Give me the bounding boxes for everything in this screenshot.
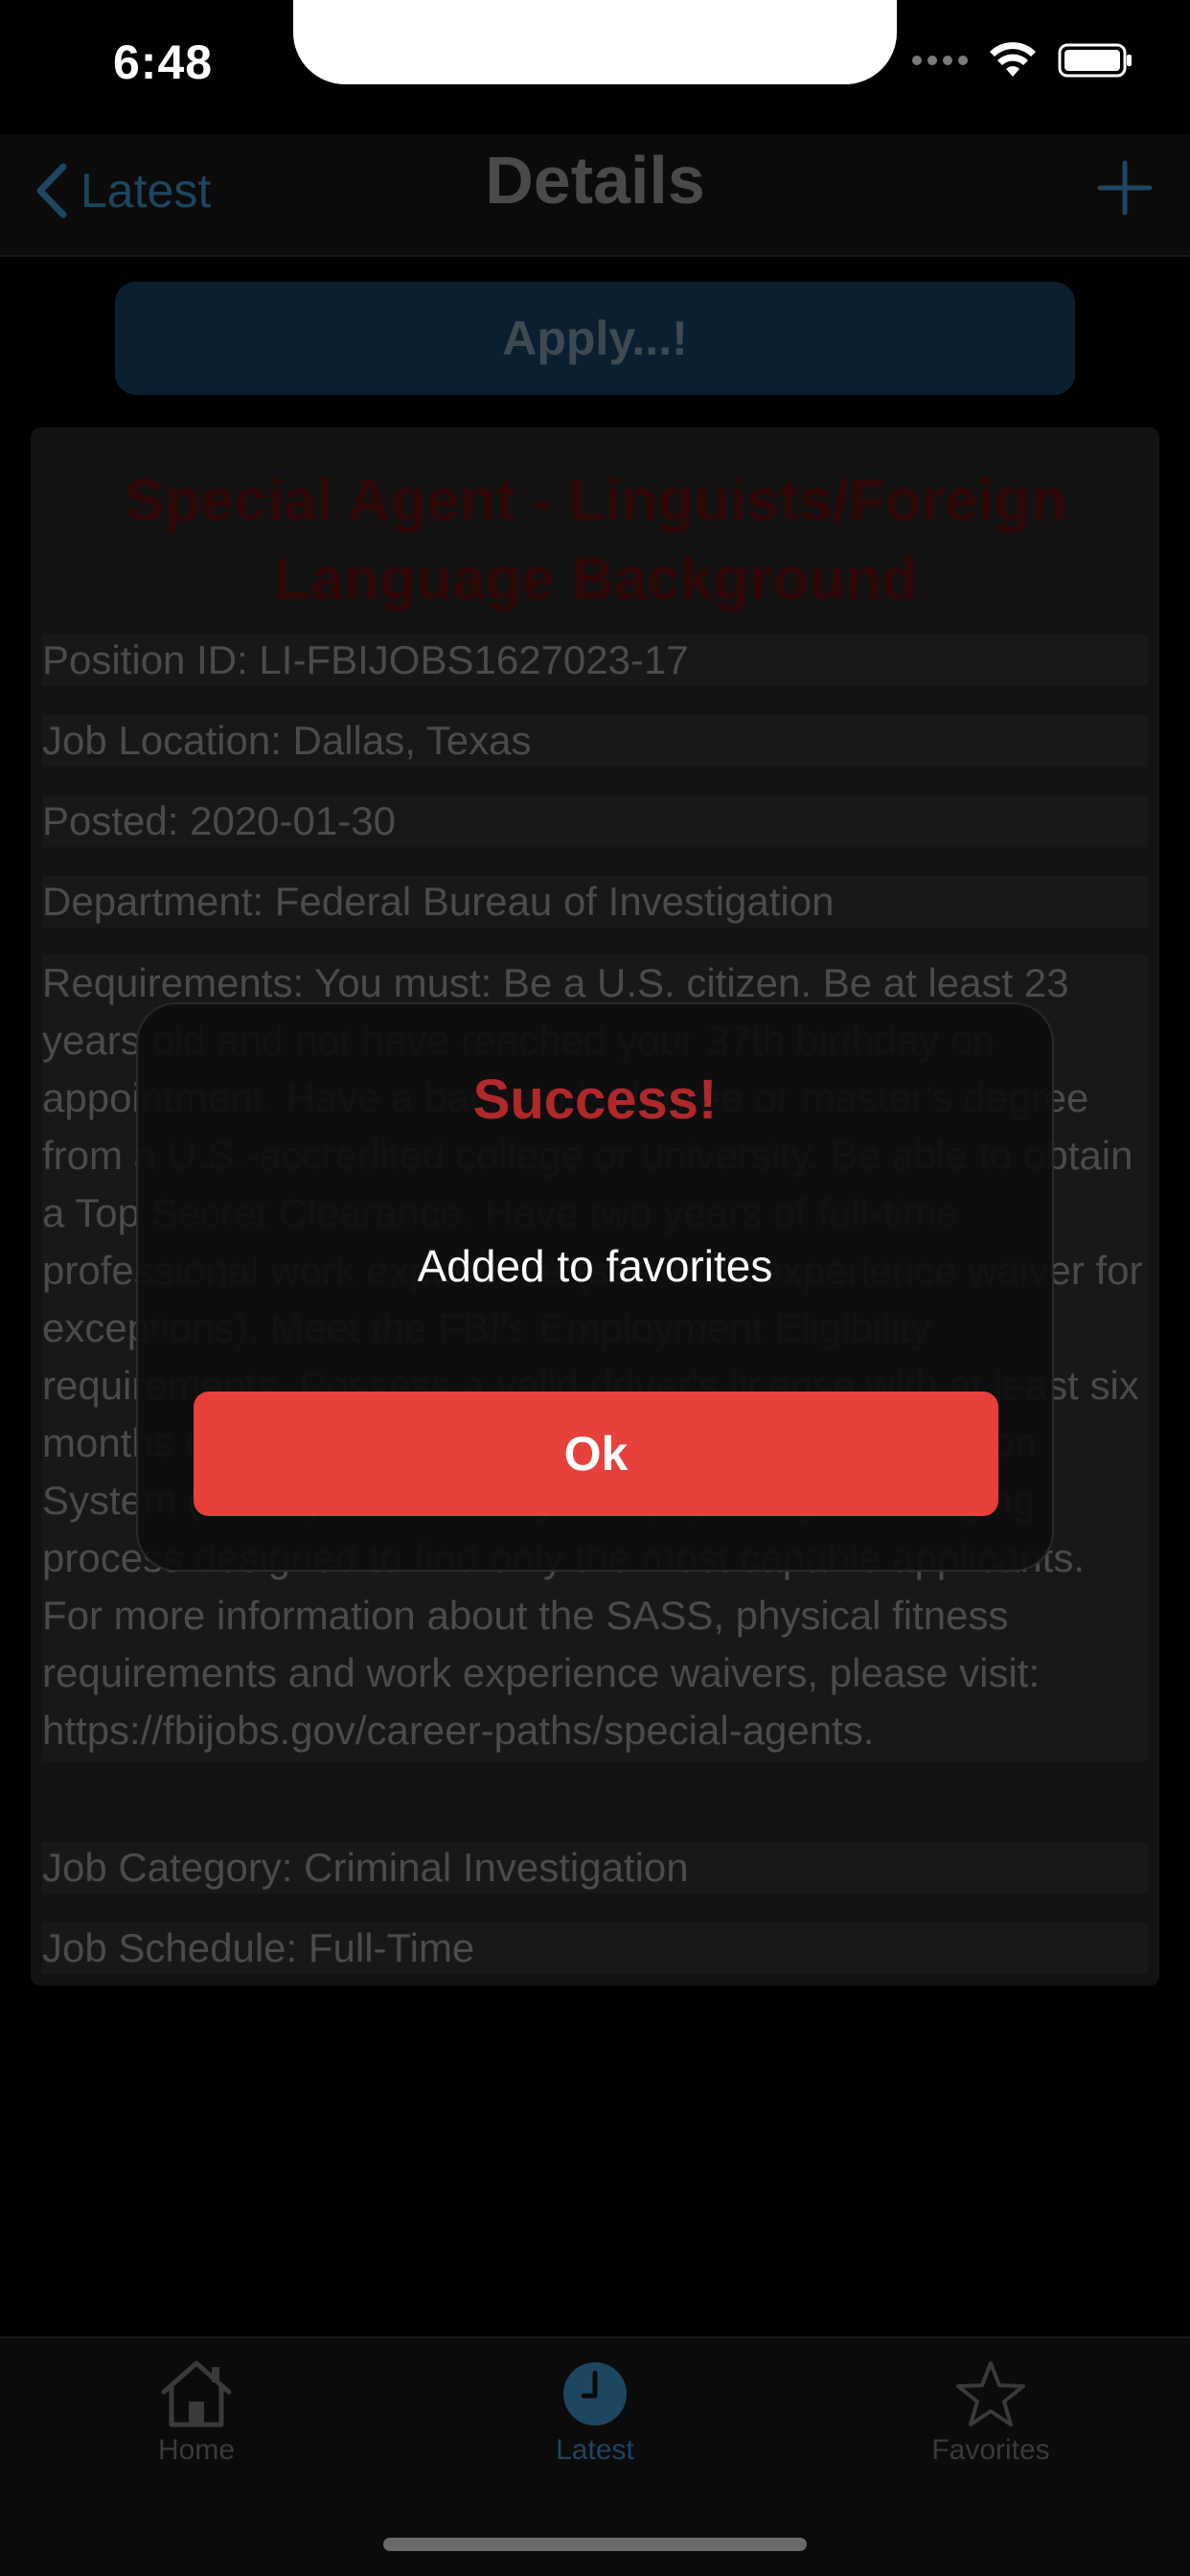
ok-button[interactable]: Ok [194, 1392, 998, 1516]
battery-icon [1058, 43, 1132, 78]
alert-message: Added to favorites [417, 1241, 773, 1291]
cellular-signal-icon [912, 56, 968, 65]
success-alert: Success! Added to favorites Ok [136, 1002, 1054, 1572]
status-bar: 6:48 [0, 0, 1190, 134]
alert-title: Success! [472, 1069, 718, 1131]
wifi-icon [990, 42, 1036, 77]
details-screen: 6:48 Latest Details Apply...! Special Ag… [0, 0, 1190, 2576]
device-notch [293, 0, 897, 84]
status-time: 6:48 [113, 35, 214, 89]
status-icons [912, 42, 1133, 79]
